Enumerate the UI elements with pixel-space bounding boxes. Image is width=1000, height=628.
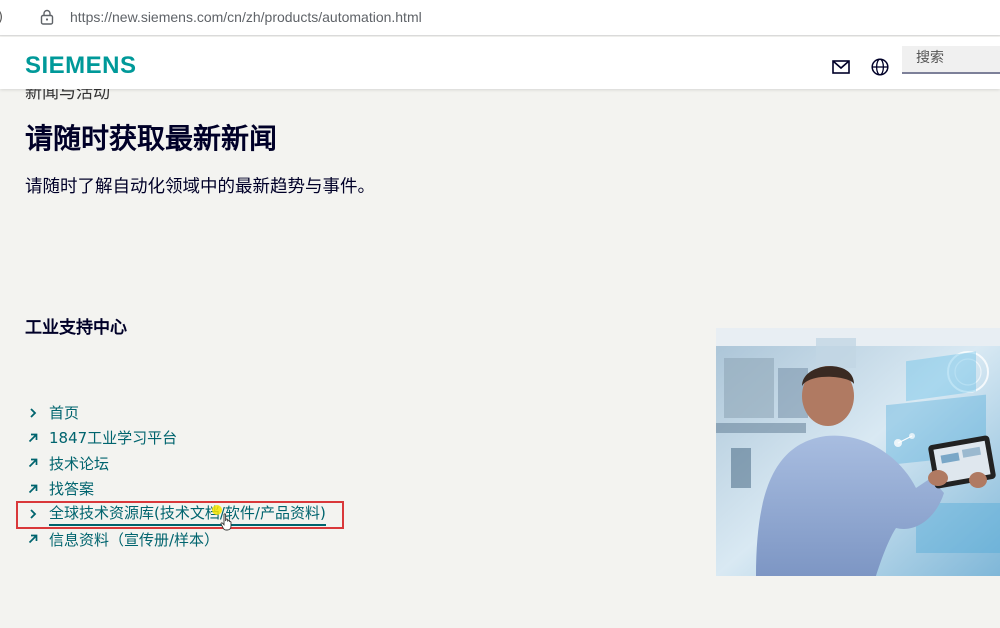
link-1847-learning-platform[interactable]: 1847工业学习平台	[27, 425, 326, 450]
page-headline: 请随时获取最新新闻	[25, 122, 278, 155]
support-center-title: 工业支持中心	[25, 318, 127, 338]
link-home[interactable]: 首页	[27, 400, 326, 425]
chevron-right-icon	[30, 408, 37, 418]
siemens-logo[interactable]: SIEMENS	[25, 52, 137, 80]
link-brochures-samples[interactable]: 信息资料（宣传册/样本）	[27, 526, 326, 551]
external-arrow-icon	[28, 484, 38, 493]
search-box[interactable]	[902, 46, 1000, 74]
link-tech-forum[interactable]: 技术论坛	[27, 451, 326, 476]
link-label: 找答案	[49, 480, 95, 499]
chevron-right-icon	[30, 509, 37, 519]
nav-edge-glyph: )	[0, 10, 3, 25]
hero-image-engineer-with-tablet	[716, 328, 1000, 576]
mail-icon[interactable]	[832, 60, 850, 74]
search-input[interactable]	[902, 46, 1000, 70]
link-label: 首页	[49, 404, 80, 423]
browser-address-bar: ) https://new.siemens.com/cn/zh/products…	[0, 0, 1000, 36]
external-arrow-icon	[28, 458, 38, 468]
link-label: 信息资料（宣传册/样本）	[49, 530, 220, 549]
link-global-tech-resources[interactable]: 全球技术资源库(技术文档/软件/产品资料)	[27, 501, 326, 526]
link-label: 技术论坛	[49, 454, 110, 473]
hand-cursor-icon	[220, 513, 232, 531]
page-subtitle: 请随时了解自动化领域中的最新趋势与事件。	[25, 177, 375, 197]
support-links-list: 首页 1847工业学习平台 技术论坛 找答案 全球技术资源库(技术文档/软件/产…	[27, 400, 326, 552]
link-label: 全球技术资源库(技术文档/软件/产品资料)	[49, 502, 326, 526]
lock-icon[interactable]	[40, 9, 54, 25]
external-arrow-icon	[28, 433, 38, 443]
url-field[interactable]: https://new.siemens.com/cn/zh/products/a…	[70, 9, 422, 25]
link-label: 1847工业学习平台	[49, 429, 178, 448]
external-arrow-icon	[28, 534, 38, 544]
globe-icon[interactable]	[871, 58, 889, 76]
site-header: SIEMENS	[0, 37, 1000, 89]
link-find-answers[interactable]: 找答案	[27, 476, 326, 501]
